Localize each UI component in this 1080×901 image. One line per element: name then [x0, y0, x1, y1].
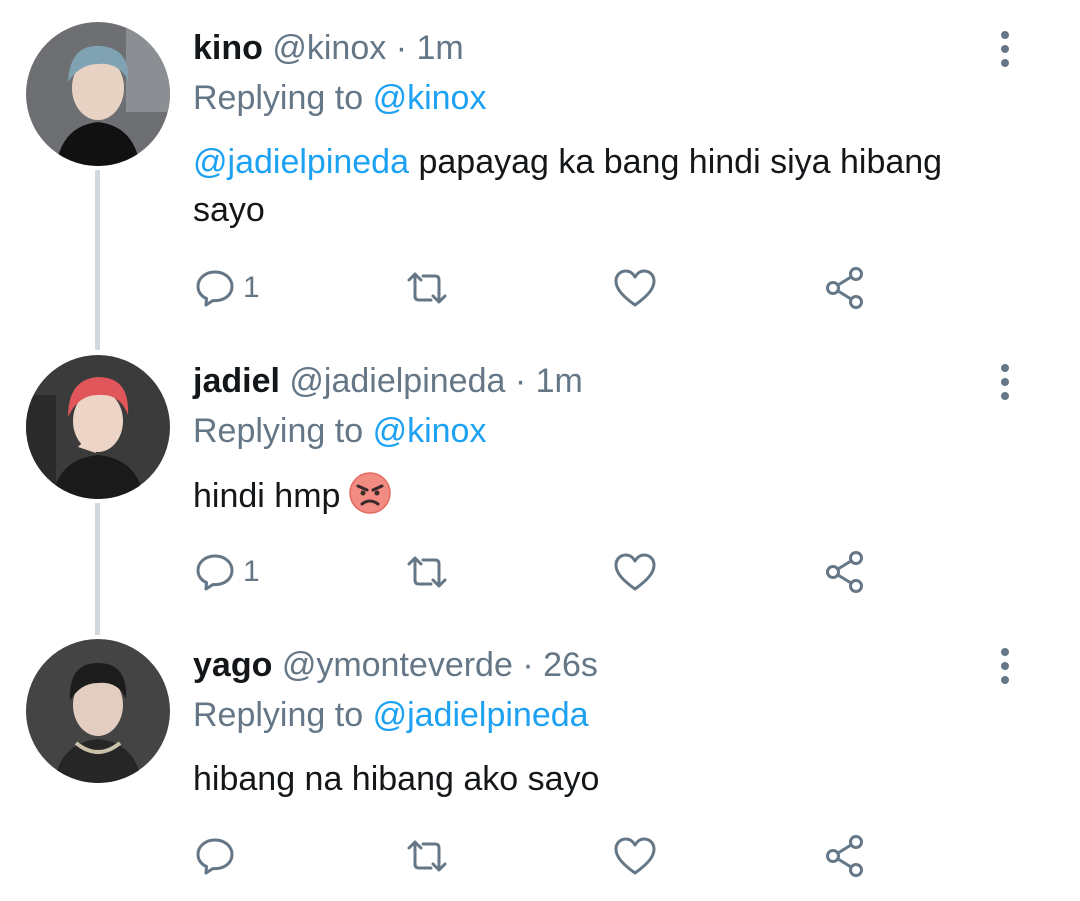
- share-icon: [826, 267, 863, 309]
- tweet[interactable]: yago @ymonteverde · 26s Replying to @jad…: [0, 617, 1080, 901]
- user-handle[interactable]: @kinox: [272, 29, 386, 67]
- display-name[interactable]: yago: [193, 646, 272, 684]
- tweet-actions: 1: [193, 263, 893, 313]
- avatar[interactable]: [26, 639, 170, 783]
- replying-to-link[interactable]: @kinox: [373, 412, 487, 450]
- more-icon[interactable]: [990, 361, 1020, 401]
- like-icon: [614, 553, 656, 591]
- share-icon: [826, 835, 863, 877]
- share-icon: [826, 551, 863, 593]
- user-handle[interactable]: @ymonteverde: [282, 646, 513, 684]
- replying-to-link[interactable]: @kinox: [373, 79, 487, 117]
- retweet-button[interactable]: [401, 831, 453, 881]
- more-icon[interactable]: [990, 645, 1020, 685]
- replying-to: Replying to @jadielpineda: [193, 695, 589, 735]
- separator-dot: ·: [395, 29, 408, 67]
- tweet-body-text: hibang na hibang ako sayo: [193, 760, 600, 798]
- reply-count: 1: [243, 271, 260, 304]
- reply-icon: [196, 270, 234, 307]
- retweet-icon: [407, 840, 447, 872]
- separator-dot: ·: [514, 362, 527, 400]
- tweet-text: hindi hmp: [193, 471, 993, 520]
- avatar[interactable]: [26, 22, 170, 166]
- tweet-actions: [193, 831, 893, 881]
- like-button[interactable]: [611, 547, 659, 597]
- tweet-text: hibang na hibang ako sayo: [193, 755, 993, 803]
- retweet-button[interactable]: [401, 263, 453, 313]
- retweet-icon: [407, 272, 447, 304]
- timestamp[interactable]: 26s: [543, 646, 598, 684]
- display-name[interactable]: kino: [193, 29, 263, 67]
- retweet-button[interactable]: [401, 547, 453, 597]
- reply-button[interactable]: [193, 831, 243, 881]
- reply-icon: [196, 554, 234, 591]
- display-name[interactable]: jadiel: [193, 362, 280, 400]
- separator-dot: ·: [522, 646, 534, 684]
- timestamp[interactable]: 1m: [536, 362, 583, 400]
- tweet-text: @jadielpineda papayag ka bang hindi siya…: [193, 138, 993, 234]
- avatar[interactable]: [26, 355, 170, 499]
- share-button[interactable]: [823, 831, 869, 881]
- more-icon[interactable]: [990, 28, 1020, 68]
- tweet-actions: 1: [193, 547, 893, 597]
- share-button[interactable]: [823, 263, 869, 313]
- retweet-icon: [407, 556, 447, 588]
- tweet-header: kino @kinox · 1m: [193, 28, 464, 68]
- tweet-header: yago @ymonteverde · 26s: [193, 645, 598, 685]
- angry-face-emoji: [349, 472, 392, 514]
- user-handle[interactable]: @jadielpineda: [289, 362, 505, 400]
- tweet-body-text: hindi hmp: [193, 477, 341, 515]
- reply-button[interactable]: 1: [193, 547, 260, 597]
- mention-link[interactable]: @jadielpineda: [193, 143, 409, 181]
- reply-icon: [196, 838, 234, 875]
- replying-to-label: Replying to: [193, 696, 364, 734]
- tweet-header: jadiel @jadielpineda · 1m: [193, 361, 583, 401]
- tweet[interactable]: kino @kinox · 1m Replying to @kinox @jad…: [0, 0, 1080, 335]
- like-button[interactable]: [611, 263, 659, 313]
- share-button[interactable]: [823, 547, 869, 597]
- reply-count: 1: [243, 555, 260, 588]
- replying-to-link[interactable]: @jadielpineda: [373, 696, 589, 734]
- like-button[interactable]: [611, 831, 659, 881]
- replying-to: Replying to @kinox: [193, 78, 486, 118]
- timestamp[interactable]: 1m: [416, 29, 463, 67]
- like-icon: [614, 837, 656, 875]
- replying-to-label: Replying to: [193, 79, 364, 117]
- reply-button[interactable]: 1: [193, 263, 260, 313]
- like-icon: [614, 269, 656, 307]
- replying-to-label: Replying to: [193, 412, 364, 450]
- replying-to: Replying to @kinox: [193, 411, 486, 451]
- tweet[interactable]: jadiel @jadielpineda · 1m Replying to @k…: [0, 333, 1080, 623]
